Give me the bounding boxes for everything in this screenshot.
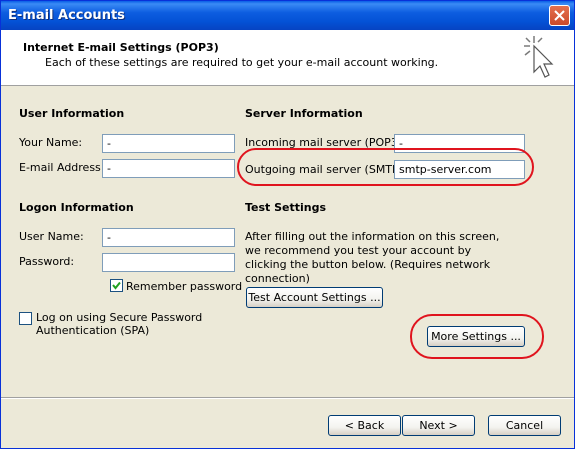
header-panel: Internet E-mail Settings (POP3) Each of … (1, 30, 574, 86)
password-label: Password: (19, 255, 75, 268)
user-information-title: User Information (19, 107, 125, 120)
user-name-input[interactable]: - (102, 228, 235, 247)
header-title: Internet E-mail Settings (POP3) (23, 41, 219, 54)
email-accounts-window: E-mail Accounts Internet E-mail Settings… (0, 0, 575, 449)
spa-label-line2: Authentication (SPA) (36, 324, 150, 337)
spa-checkbox[interactable] (19, 312, 32, 325)
test-account-settings-button[interactable]: Test Account Settings ... (246, 287, 383, 308)
test-settings-description: After filling out the information on thi… (245, 230, 500, 285)
header-subtitle: Each of these settings are required to g… (45, 56, 439, 69)
next-button[interactable]: Next > (402, 415, 475, 436)
incoming-server-label: Incoming mail server (POP3): (245, 136, 406, 149)
close-button[interactable] (549, 5, 570, 26)
user-name-label: User Name: (19, 230, 84, 243)
cancel-button[interactable]: Cancel (488, 415, 561, 436)
outgoing-server-input[interactable]: smtp-server.com (394, 160, 525, 179)
remember-password-label: Remember password (126, 280, 243, 293)
spa-label-line1: Log on using Secure Password (36, 311, 203, 324)
your-name-label: Your Name: (19, 136, 83, 149)
server-information-title: Server Information (245, 107, 363, 120)
footer-divider (1, 397, 574, 399)
window-title: E-mail Accounts (8, 8, 125, 23)
back-button[interactable]: < Back (328, 415, 401, 436)
close-icon (554, 10, 565, 21)
password-input[interactable] (102, 253, 235, 272)
title-bar[interactable]: E-mail Accounts (1, 1, 574, 30)
your-name-input[interactable]: - (102, 134, 235, 153)
cursor-click-icon (524, 36, 554, 78)
incoming-server-input[interactable]: - (394, 134, 525, 153)
checkmark-icon (112, 281, 121, 290)
remember-password-checkbox[interactable] (110, 279, 123, 292)
logon-information-title: Logon Information (19, 201, 134, 214)
more-settings-button[interactable]: More Settings ... (427, 326, 525, 347)
email-address-label: E-mail Address: (19, 161, 105, 174)
test-settings-title: Test Settings (245, 201, 327, 214)
outgoing-server-label: Outgoing mail server (SMTP): (245, 163, 407, 176)
email-address-input[interactable]: - (102, 159, 235, 178)
